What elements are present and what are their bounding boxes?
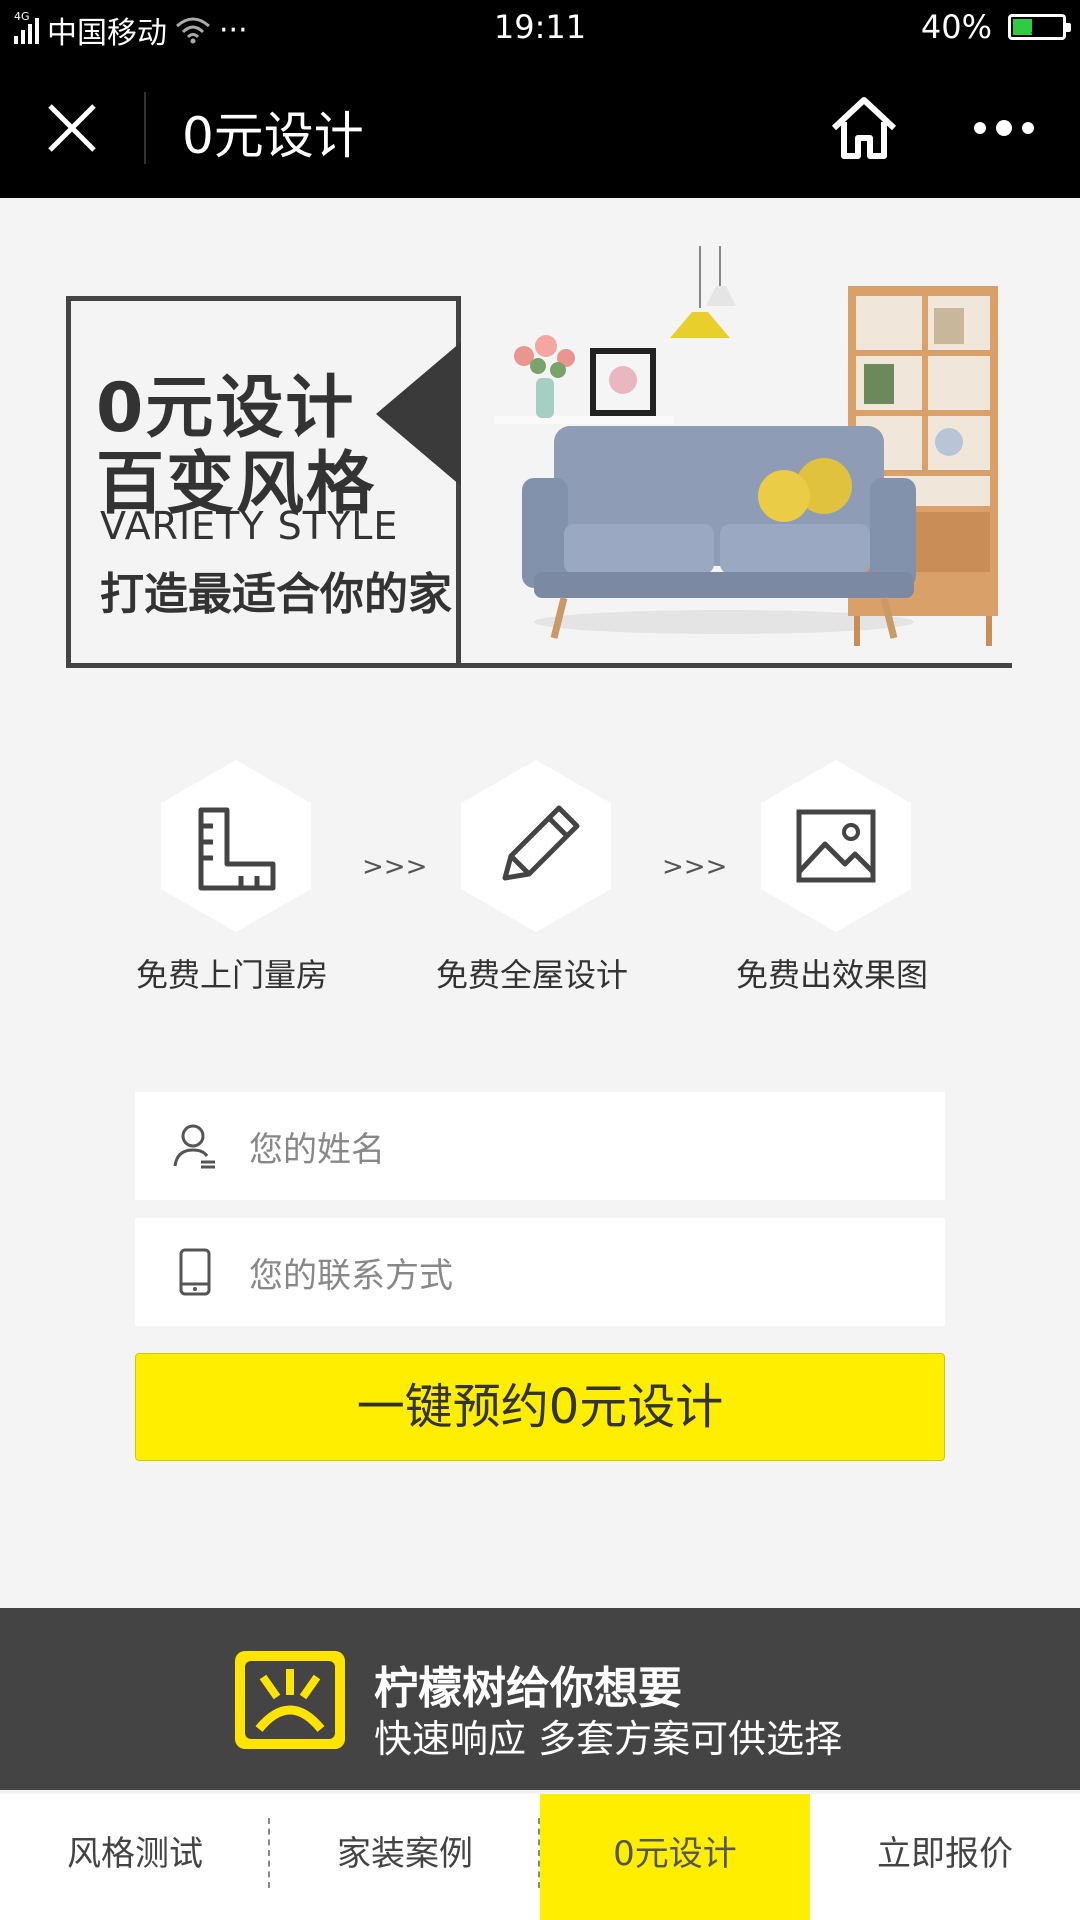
- phone-input[interactable]: 您的联系方式: [249, 1248, 453, 1297]
- pencil-icon: [461, 760, 611, 932]
- battery-percent: 40%: [920, 8, 992, 46]
- step-label: 免费出效果图: [735, 956, 928, 994]
- tab-free-design[interactable]: 0元设计: [540, 1794, 810, 1920]
- lemon-tree-logo: [235, 1651, 345, 1749]
- close-icon[interactable]: [40, 96, 104, 160]
- tab-home-cases[interactable]: 家装案例: [270, 1794, 540, 1920]
- banner-slogan: 打造最适合你的家: [100, 569, 452, 620]
- phone-icon: [179, 1248, 211, 1296]
- step-arrow: >>>: [362, 852, 428, 882]
- step-label: 免费全屋设计: [435, 956, 628, 994]
- tab-get-quote[interactable]: 立即报价: [810, 1794, 1080, 1920]
- page-title: 0元设计: [182, 107, 364, 165]
- bottom-tab-bar: 风格测试 家装案例 0元设计 立即报价: [0, 1794, 1080, 1920]
- network-type: 4G: [14, 10, 30, 23]
- sofa-illustration: [494, 246, 998, 646]
- hero-banner[interactable]: 0元设计 百变风格 VARIETY STYLE 打造最适合你的家: [66, 246, 1012, 670]
- nav-bar: 0元设计: [0, 56, 1080, 198]
- charging-icon: ⚡: [1029, 14, 1045, 39]
- ruler-icon: [161, 760, 311, 932]
- carrier-name: 中国移动: [47, 16, 167, 51]
- name-input[interactable]: 您的姓名: [249, 1122, 385, 1171]
- submit-button[interactable]: 一键预约0元设计: [135, 1353, 945, 1461]
- step-arrow: >>>: [662, 852, 728, 882]
- service-steps: >>> >>> 免费上门量房 免费全屋设计 免费出效果图: [0, 760, 1080, 1000]
- home-icon[interactable]: [828, 92, 900, 164]
- picture-frame: [590, 348, 656, 416]
- signal-icon: 4G: [14, 10, 39, 44]
- battery-icon: ⚡: [1008, 14, 1071, 40]
- image-icon: [761, 760, 911, 932]
- banner-triangle: [376, 342, 461, 486]
- promo-banner[interactable]: 柠檬树给你想要 快速响应 多套方案可供选择: [0, 1608, 1080, 1790]
- wifi-icon: [176, 17, 210, 44]
- status-bar: 4G 中国移动 ··· 19:11 40% ⚡: [0, 0, 1080, 56]
- name-field[interactable]: 您的姓名: [135, 1092, 945, 1200]
- status-dots: ···: [219, 12, 248, 48]
- more-icon[interactable]: [974, 96, 1050, 160]
- promo-headline: 柠檬树给你想要: [374, 1663, 682, 1714]
- nav-divider: [144, 92, 146, 164]
- flower-vase: [514, 335, 575, 418]
- pendant-lamps: [670, 246, 736, 338]
- banner-english: VARIETY STYLE: [100, 504, 399, 548]
- phone-field[interactable]: 您的联系方式: [135, 1218, 945, 1326]
- tab-style-test[interactable]: 风格测试: [0, 1794, 270, 1920]
- step-label: 免费上门量房: [135, 956, 328, 994]
- user-icon: [173, 1124, 215, 1169]
- promo-subline: 快速响应 多套方案可供选择: [374, 1717, 843, 1761]
